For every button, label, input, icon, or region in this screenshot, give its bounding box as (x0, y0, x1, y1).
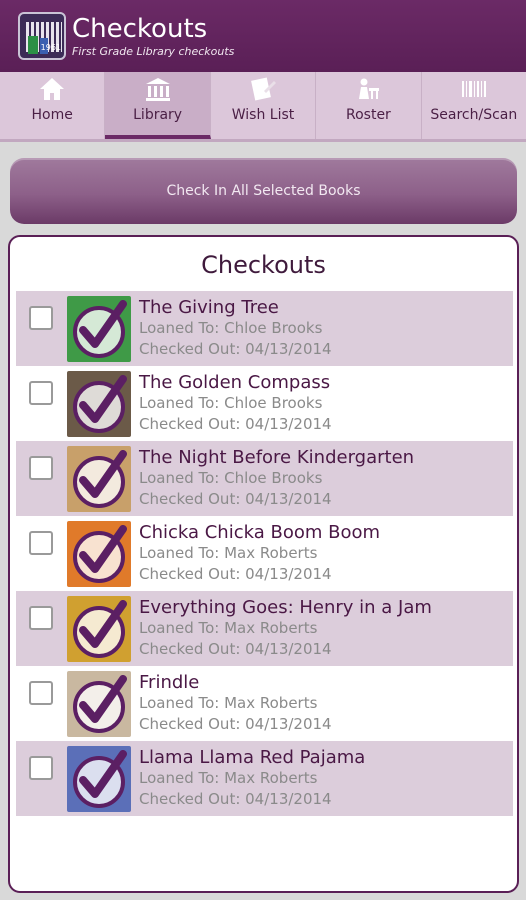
book-title[interactable]: The Night Before Kindergarten (139, 447, 414, 468)
book-title[interactable]: Frindle (139, 672, 332, 693)
checked-out-icon (73, 299, 127, 358)
tab-home[interactable]: Home (0, 72, 106, 139)
tab-label: Search/Scan (430, 107, 518, 123)
select-checkbox[interactable] (29, 605, 53, 630)
loaned-to: Loaned To: Chloe Brooks (139, 469, 323, 487)
check-in-all-button[interactable]: Check In All Selected Books (10, 158, 517, 224)
checked-out-icon (73, 449, 127, 508)
tab-label: Roster (346, 107, 391, 123)
loaned-to: Loaned To: Chloe Brooks (139, 394, 323, 412)
checked-out-date: Checked Out: 04/13/2014 (139, 640, 332, 658)
select-checkbox[interactable] (29, 755, 53, 780)
checked-out-date: Checked Out: 04/13/2014 (139, 490, 332, 508)
checked-out-date: Checked Out: 04/13/2014 (139, 715, 332, 733)
checked-out-icon (73, 749, 127, 808)
loaned-to: Loaned To: Max Roberts (139, 769, 318, 787)
checked-out-date: Checked Out: 04/13/2014 (139, 415, 332, 433)
loaned-to: Loaned To: Max Roberts (139, 619, 318, 637)
book-cover (67, 670, 131, 737)
select-checkbox[interactable] (29, 530, 53, 555)
list-item[interactable]: The Night Before Kindergarten Loaned To: … (16, 441, 513, 516)
page-subtitle: First Grade Library checkouts (72, 45, 235, 58)
select-checkbox[interactable] (29, 380, 53, 405)
list-item[interactable]: Frindle Loaned To: Max Roberts Checked Out… (16, 666, 513, 741)
book-title[interactable]: The Golden Compass (139, 372, 332, 393)
panel-title: Checkouts (201, 251, 326, 279)
checked-out-icon (73, 374, 127, 433)
loaned-to: Loaned To: Chloe Brooks (139, 319, 323, 337)
book-cover (67, 370, 131, 437)
book-cover (67, 595, 131, 662)
tab-wish-list[interactable]: Wish List (211, 72, 317, 139)
tab-label: Home (31, 107, 73, 123)
tab-bar: Home Library Wish List Roster Search/Sca… (0, 72, 526, 142)
book-cover (67, 445, 131, 512)
list-item[interactable]: The Giving Tree Loaned To: Chloe Brooks Ch… (16, 291, 513, 366)
book-cover (67, 295, 131, 362)
book-title[interactable]: Chicka Chicka Boom Boom (139, 522, 380, 543)
tab-library[interactable]: Library (105, 72, 211, 139)
book-title[interactable]: Everything Goes: Henry in a Jam (139, 597, 432, 618)
barcode-icon (460, 77, 488, 101)
app-icon-tag: 1961 (40, 43, 61, 52)
checked-out-date: Checked Out: 04/13/2014 (139, 340, 332, 358)
checkout-list: The Giving Tree Loaned To: Chloe Brooks Ch… (16, 291, 513, 816)
book-title[interactable]: Llama Llama Red Pajama (139, 747, 365, 768)
wish-list-icon (249, 77, 277, 101)
page-title: Checkouts (72, 14, 208, 44)
list-item[interactable]: Everything Goes: Henry in a Jam Loaned To… (16, 591, 513, 666)
checked-out-icon (73, 524, 127, 583)
tab-label: Library (133, 107, 183, 123)
loaned-to: Loaned To: Max Roberts (139, 544, 318, 562)
app-header: 1961 Checkouts First Grade Library check… (0, 0, 526, 72)
book-cover (67, 745, 131, 812)
select-checkbox[interactable] (29, 305, 53, 330)
library-icon (144, 77, 172, 101)
checked-out-date: Checked Out: 04/13/2014 (139, 790, 332, 808)
tab-label: Wish List (231, 107, 295, 123)
book-title[interactable]: The Giving Tree (139, 297, 332, 318)
select-checkbox[interactable] (29, 455, 53, 480)
checkouts-panel: Checkouts The Giving Tree Loaned To: Chlo… (8, 235, 519, 893)
app-logo-icon: 1961 (18, 12, 66, 60)
tab-search-scan[interactable]: Search/Scan (422, 72, 526, 139)
loaned-to: Loaned To: Max Roberts (139, 694, 318, 712)
book-cover (67, 520, 131, 587)
tab-roster[interactable]: Roster (316, 72, 422, 139)
list-item[interactable]: Llama Llama Red Pajama Loaned To: Max Rob… (16, 741, 513, 816)
select-checkbox[interactable] (29, 680, 53, 705)
home-icon (38, 77, 66, 101)
list-item[interactable]: Chicka Chicka Boom Boom Loaned To: Max Ro… (16, 516, 513, 591)
checked-out-date: Checked Out: 04/13/2014 (139, 565, 332, 583)
checked-out-icon (73, 674, 127, 733)
roster-icon (354, 77, 382, 101)
checked-out-icon (73, 599, 127, 658)
list-item[interactable]: The Golden Compass Loaned To: Chloe Brook… (16, 366, 513, 441)
